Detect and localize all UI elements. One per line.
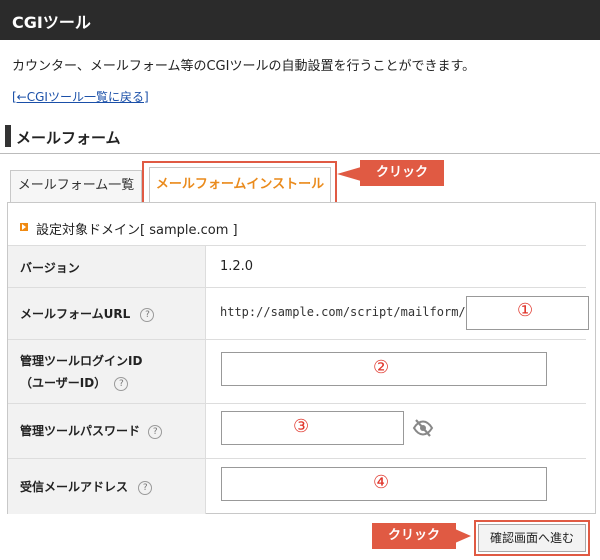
tab-mailform-install[interactable]: メールフォームインストール [149,167,331,202]
help-icon[interactable]: ? [114,376,129,391]
login-id-label-line1: 管理ツールログインID [20,354,143,368]
title-bar: CGIツール [0,0,600,40]
login-id-label-line2: （ユーザーID） ? [20,374,129,391]
row-label-cell [8,340,206,403]
login-id-label-line2-text: （ユーザーID） [20,376,107,390]
marker-number-1: ① [517,300,534,321]
domain-row: 設定対象ドメイン[ sample.com ] [8,211,586,245]
email-label-text: 受信メールアドレス [20,480,129,494]
eye-slash-icon[interactable] [412,417,434,439]
confirm-button[interactable]: 確認画面へ進む [478,524,586,552]
help-icon[interactable]: ? [138,480,153,495]
mailform-url-label: メールフォームURL ? [20,305,155,322]
help-icon[interactable]: ? [140,307,155,322]
callout-click-submit: クリック [372,523,456,549]
mailform-url-label-text: メールフォームURL [20,307,131,321]
page-title: CGIツール [12,13,91,32]
domain-label: 設定対象ドメイン[ sample.com ] [36,223,238,238]
row-version: バージョン 1.2.0 [8,245,586,287]
callout-arrow-tab [337,167,361,181]
back-to-cgi-list-link[interactable]: [←CGIツール一覧に戻る] [12,88,149,105]
marker-number-3: ③ [293,416,310,437]
tab-mailform-list[interactable]: メールフォーム一覧 [10,170,142,202]
marker-number-4: ④ [373,472,390,493]
marker-number-2: ② [373,357,390,378]
email-label: 受信メールアドレス ? [20,478,153,495]
version-value: 1.2.0 [220,259,254,274]
section-marker-bar [5,125,11,147]
callout-click-tab: クリック [360,160,444,186]
password-label-text: 管理ツールパスワード [20,424,141,438]
help-icon[interactable]: ? [148,424,163,439]
submit-highlight-frame: 確認画面へ進む [474,520,590,556]
section-title: メールフォーム [16,129,121,147]
url-prefix: http://sample.com/script/mailform/ [220,305,466,319]
bullet-icon [20,223,28,231]
section-header: メールフォーム [0,124,600,154]
callout-arrow-submit [455,529,471,543]
description-text: カウンター、メールフォーム等のCGIツールの自動設置を行うことができます。 [12,59,476,74]
version-label: バージョン [20,261,80,275]
password-input[interactable] [221,411,404,445]
password-label: 管理ツールパスワード ? [20,422,163,439]
